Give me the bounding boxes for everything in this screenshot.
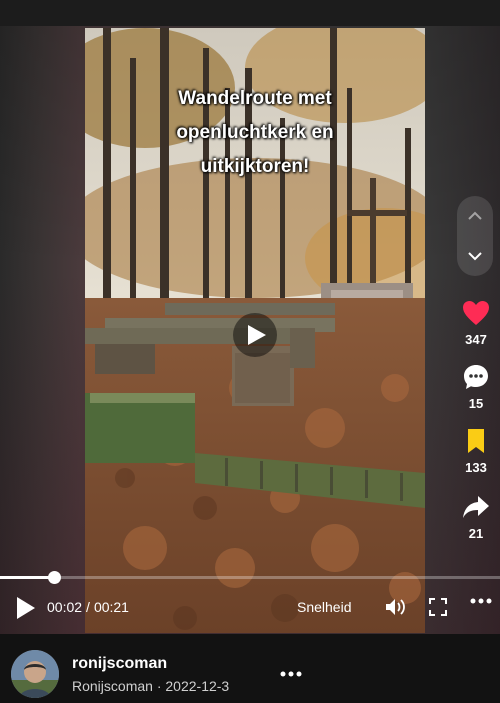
share-action[interactable]: 21 xyxy=(455,490,497,541)
volume-button[interactable] xyxy=(384,597,408,617)
save-count: 133 xyxy=(465,460,487,475)
time-separator: / xyxy=(86,599,90,615)
video-navigation xyxy=(457,196,493,276)
play-icon xyxy=(17,597,35,619)
previous-video-button[interactable] xyxy=(457,198,493,234)
caption-line: openluchtkerk en xyxy=(176,122,334,143)
like-action[interactable]: 347 xyxy=(455,296,497,347)
chevron-down-icon xyxy=(468,252,482,261)
more-icon xyxy=(470,598,492,604)
chevron-up-icon xyxy=(468,211,482,220)
save-button[interactable] xyxy=(455,424,497,458)
video-frame[interactable]: Wandelroute met openluchtkerk en uitkijk… xyxy=(85,28,425,633)
volume-icon xyxy=(386,599,405,615)
current-time: 00:02 xyxy=(47,599,83,615)
center-play-button[interactable] xyxy=(233,313,277,357)
fullscreen-icon xyxy=(429,598,447,616)
time-display: 00:02 / 00:21 xyxy=(47,599,129,615)
post-date: 2022-12-3 xyxy=(165,678,230,694)
more-options-button[interactable] xyxy=(470,598,492,604)
share-button[interactable] xyxy=(455,490,497,524)
display-name: Ronijscoman xyxy=(72,678,153,694)
fullscreen-button[interactable] xyxy=(429,598,447,616)
author-info: ronijscoman Ronijscoman · 2022-12-3 xyxy=(0,634,500,703)
comment-action[interactable]: 15 xyxy=(455,360,497,411)
author-more-button[interactable] xyxy=(280,664,302,682)
more-icon xyxy=(280,671,302,677)
progress-handle[interactable] xyxy=(48,571,61,584)
avatar-image xyxy=(11,650,59,698)
bookmark-icon xyxy=(468,429,484,453)
avatar[interactable] xyxy=(11,650,59,698)
play-icon xyxy=(248,325,266,345)
comment-icon xyxy=(464,365,488,389)
save-action[interactable]: 133 xyxy=(455,424,497,475)
caption-line: Wandelroute met xyxy=(178,88,332,109)
author-subline: Ronijscoman · 2022-12-3 xyxy=(72,678,229,694)
share-icon xyxy=(463,496,489,518)
duration: 00:21 xyxy=(93,599,129,615)
comment-count: 15 xyxy=(468,396,484,411)
username[interactable]: ronijscoman xyxy=(72,655,167,673)
next-video-button[interactable] xyxy=(457,238,493,274)
play-pause-button[interactable] xyxy=(17,596,39,620)
top-bar xyxy=(0,0,500,26)
progress-bar[interactable] xyxy=(0,571,500,584)
comment-button[interactable] xyxy=(455,360,497,394)
heart-icon xyxy=(463,301,489,325)
progress-fill xyxy=(0,576,54,579)
video-overlay-caption: Wandelroute met openluchtkerk en uitkijk… xyxy=(85,82,425,184)
speed-button[interactable]: Snelheid xyxy=(297,599,352,615)
player-controls: 00:02 / 00:21 Snelheid xyxy=(0,590,500,626)
caption-line: uitkijktoren! xyxy=(200,156,310,177)
share-count: 21 xyxy=(468,526,484,541)
like-count: 347 xyxy=(465,332,487,347)
like-button[interactable] xyxy=(455,296,497,330)
separator-dot: · xyxy=(156,678,162,694)
